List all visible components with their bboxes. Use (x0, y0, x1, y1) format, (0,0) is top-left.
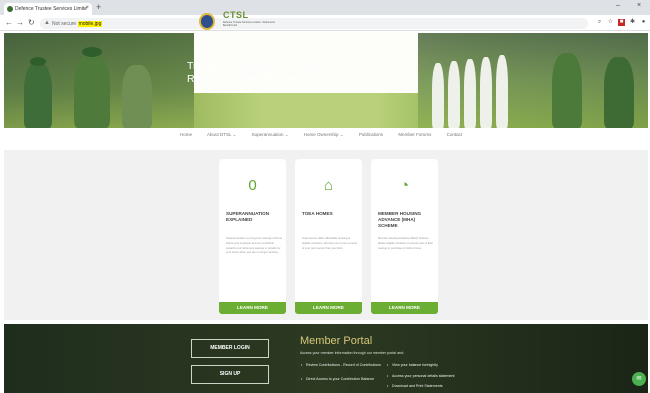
card-title: SUPERANNUATION EXPLAINED (226, 211, 270, 222)
hero-headline-line-2: Retirement Benefit Fund. (187, 73, 304, 85)
card-description: Member Housing Advance (MHA) Scheme allo… (378, 237, 433, 250)
card-description: Toea Homes offers affordable housing to … (302, 237, 358, 250)
nav-about[interactable]: About DTSL ⌄ (207, 132, 236, 137)
hero-figure (74, 55, 110, 128)
portal-feature-item: Download and Print Statements (387, 384, 472, 389)
forward-icon[interactable]: → (16, 18, 24, 27)
ctsl-crest-logo[interactable] (199, 13, 215, 30)
nav-home[interactable]: Home (180, 132, 192, 137)
browser-tab-strip: Defence Trustee Services Limite × + – × (0, 0, 650, 15)
portal-feature-item: Direct Access to your Contribution Balan… (301, 377, 386, 382)
nav-contact[interactable]: Contact (447, 132, 463, 137)
brand-name[interactable]: CTSL (223, 10, 249, 20)
new-tab-button[interactable]: + (96, 2, 101, 12)
reload-icon[interactable]: ↻ (28, 18, 35, 27)
card-title: MEMBER HOUSING ADVANCE (MHA) SCHEME (378, 211, 422, 228)
url-prefix: Not secure (52, 21, 77, 27)
hero-figure-cap (30, 57, 46, 66)
site-favicon-icon (7, 6, 13, 12)
hero-headline-line-1: Trustee for the Defence Force (187, 60, 327, 72)
portal-feature-item: Review Contributions - Record of Contrib… (301, 363, 386, 368)
card-member-housing: ◔ MEMBER HOUSING ADVANCE (MHA) SCHEME Me… (371, 159, 438, 314)
nav-member-forums[interactable]: Member Forums (398, 132, 431, 137)
tab-title: Defence Trustee Services Limite (15, 6, 87, 12)
zoom-icon[interactable]: ⌕ (596, 19, 603, 26)
url-highlight: mobile.jpg (77, 21, 103, 27)
hero-figure (480, 57, 492, 128)
hero-figure (122, 65, 152, 128)
main-nav: Home About DTSL ⌄ Superannuation ⌄ Home … (180, 132, 476, 142)
extensions-puzzle-icon[interactable]: ✱ (629, 19, 636, 26)
card-toea-homes: ⌂ TOEA HOMES Toea Homes offers affordabl… (295, 159, 362, 314)
hero-figure (24, 63, 52, 128)
portal-intro: Access your member information through o… (300, 351, 405, 355)
house-icon: ⌂ (323, 177, 334, 194)
hero-figure (604, 57, 634, 128)
nav-superannuation[interactable]: Superannuation ⌄ (252, 132, 289, 137)
nav-publications[interactable]: Publications (359, 132, 383, 137)
hero-figure (448, 61, 460, 128)
back-icon[interactable]: ← (5, 18, 13, 27)
window-close-icon[interactable]: × (637, 2, 641, 9)
learn-more-button[interactable]: LEARN MORE (295, 302, 362, 314)
learn-more-button[interactable]: LEARN MORE (219, 302, 286, 314)
browser-tab[interactable]: Defence Trustee Services Limite × (4, 3, 92, 15)
portal-title: Member Portal (300, 335, 373, 347)
hero-headline: Trustee for the Defence Force Retirement… (187, 60, 327, 86)
bookmark-star-icon[interactable]: ☆ (607, 19, 614, 26)
card-description: Superannuation is a long term savings sc… (226, 237, 282, 255)
hero-figure (432, 63, 444, 128)
minimize-icon[interactable]: – (616, 2, 620, 9)
portal-feature-item: View your balance fortnightly (387, 363, 472, 368)
hero-figure (552, 53, 582, 128)
tab-close-icon[interactable]: × (85, 5, 89, 11)
member-login-button[interactable]: MEMBER LOGIN (191, 339, 269, 358)
nav-home-ownership[interactable]: Home Ownership ⌄ (304, 132, 344, 137)
housing-advance-icon: ◔ (399, 177, 410, 194)
hero-figure (464, 59, 476, 128)
card-title: TOEA HOMES (302, 211, 333, 216)
hero-figure-cap (82, 47, 102, 57)
address-bar[interactable]: ▲ Not secure mobile.jpg (40, 18, 588, 29)
portal-feature-item: Access your personal details statement (387, 374, 472, 379)
browser-toolbar: ← → ↻ ▲ Not secure mobile.jpg ⌕ ☆ ■ ✱ ● (0, 15, 650, 31)
learn-more-button[interactable]: LEARN MORE (371, 302, 438, 314)
superannuation-icon: 0 (248, 177, 257, 194)
brand-subtitle: Defence Trustee Services Limited · Retir… (223, 21, 275, 27)
sign-up-button[interactable]: SIGN UP (191, 365, 269, 384)
profile-avatar-icon[interactable]: ● (640, 19, 647, 26)
extension-icon[interactable]: ■ (618, 19, 625, 26)
chat-bubble-icon[interactable]: ✉ (632, 372, 646, 386)
not-secure-icon: ▲ (44, 20, 50, 26)
card-superannuation: 0 SUPERANNUATION EXPLAINED Superannuatio… (219, 159, 286, 314)
hero-figure (496, 55, 508, 128)
